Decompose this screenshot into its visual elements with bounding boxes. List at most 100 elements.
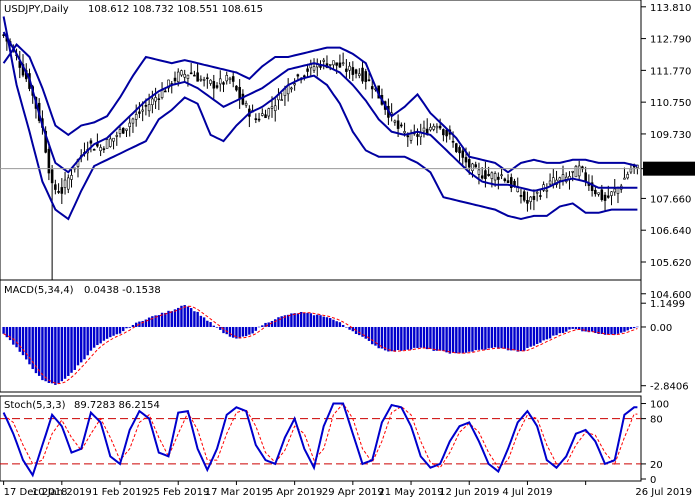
macd-bar — [341, 324, 345, 327]
macd-bar — [112, 326, 115, 336]
macd-bar — [490, 326, 494, 348]
candle-body — [458, 147, 461, 154]
date-tick-label: 21 May 2019 — [378, 487, 443, 498]
candle-body — [558, 177, 562, 181]
candle-body — [332, 60, 335, 66]
macd-bar — [219, 326, 222, 330]
candle-body — [189, 72, 193, 75]
macd-bar — [277, 317, 280, 327]
candle-body — [270, 106, 274, 109]
candle-body — [125, 128, 128, 131]
macd-bar — [348, 326, 351, 330]
date-tick-label: 29 Apr 2019 — [322, 487, 384, 498]
chart-symbol: USDJPY,Daily — [4, 4, 69, 15]
macd-bar — [54, 326, 57, 385]
candle-body — [215, 85, 219, 88]
macd-bar — [325, 317, 329, 327]
macd-bar — [461, 326, 464, 354]
candle-body — [341, 62, 345, 65]
macd-bar — [18, 326, 21, 352]
candle-body — [47, 148, 51, 174]
candle-body — [364, 71, 368, 82]
macd-bar — [270, 321, 274, 327]
candle-body — [118, 129, 122, 134]
candle-body — [461, 150, 465, 158]
candle-body — [623, 177, 626, 180]
candle-body — [63, 179, 67, 188]
candle-body — [603, 194, 607, 201]
candle-body — [529, 196, 532, 202]
candle-body — [199, 78, 203, 81]
macd-bar — [506, 326, 510, 351]
macd-bar — [189, 308, 193, 327]
candle-body — [577, 165, 581, 177]
macd-bar — [193, 311, 196, 327]
stoch-tick-label: 100 — [650, 400, 669, 411]
candle-body — [102, 148, 106, 151]
macd-bar — [416, 326, 419, 349]
macd-bar — [86, 326, 89, 356]
macd-bar — [280, 316, 283, 327]
macd-bar — [196, 311, 199, 327]
candle-body — [92, 149, 96, 151]
macd-bar — [413, 326, 416, 348]
stoch-tick-label: 0 — [650, 475, 656, 486]
macd-bar — [400, 326, 403, 351]
candle-body — [57, 191, 60, 193]
macd-bar — [244, 326, 248, 337]
macd-bar — [73, 326, 76, 370]
macd-bar — [115, 326, 119, 335]
macd-bar — [199, 315, 203, 327]
macd-bar — [183, 305, 186, 327]
macd-bar — [286, 314, 290, 327]
macd-bar — [167, 310, 170, 327]
macd-bar — [319, 315, 322, 327]
date-tick-label: 10 Jan 2019 — [32, 487, 92, 498]
candle-body — [225, 75, 228, 82]
candle-body — [358, 73, 361, 76]
candle-body — [112, 137, 115, 142]
macd-bar — [335, 321, 338, 327]
macd-bar — [629, 326, 633, 329]
macd-bar — [513, 326, 516, 351]
candle-body — [487, 173, 490, 176]
candle-body — [261, 113, 264, 116]
macd-bar — [558, 326, 561, 334]
candle-body — [467, 159, 471, 168]
macd-bar — [37, 326, 41, 376]
macd-bar — [345, 326, 348, 328]
candle-body — [54, 184, 57, 190]
candle-body — [141, 109, 144, 112]
candle-body — [584, 172, 587, 182]
candle-body — [196, 72, 199, 82]
candle-body — [254, 118, 258, 120]
macd-bar — [529, 326, 532, 347]
macd-bar — [364, 326, 367, 339]
date-tick-label: 12 Jun 2019 — [439, 487, 499, 498]
macd-bar — [448, 326, 452, 354]
macd-bar — [358, 326, 361, 336]
macd-bar — [177, 307, 180, 327]
macd-bar — [526, 326, 529, 348]
candle-body — [480, 175, 484, 179]
macd-bar — [571, 326, 574, 329]
candle-body — [128, 122, 131, 127]
candle-body — [267, 108, 271, 117]
macd-bar — [316, 314, 319, 327]
candle-body — [348, 65, 351, 71]
candle-body — [186, 74, 190, 79]
candle-body — [451, 140, 455, 143]
candle-body — [545, 189, 549, 192]
macd-bar — [63, 326, 67, 379]
macd-bar — [419, 326, 422, 348]
candle-body — [70, 175, 73, 180]
macd-bar — [209, 322, 212, 327]
candle-body — [613, 188, 617, 193]
candle-body — [209, 79, 212, 84]
macd-bar — [241, 326, 245, 337]
candle-body — [306, 68, 309, 72]
macd-bar — [455, 326, 458, 354]
candle-body — [303, 75, 306, 78]
date-tick-label: 17 Mar 2019 — [205, 487, 268, 498]
candle-body — [503, 178, 507, 182]
